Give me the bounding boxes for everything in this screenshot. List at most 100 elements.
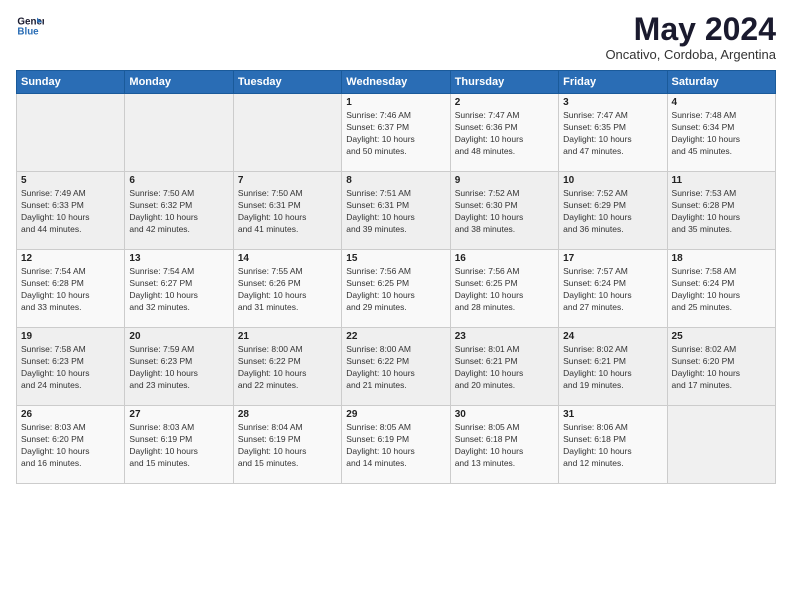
calendar-cell: 24 Sunrise: 8:02 AM Sunset: 6:21 PM Dayli… <box>559 328 667 406</box>
day-info: Sunrise: 8:05 AM Sunset: 6:19 PM Dayligh… <box>346 422 445 470</box>
day-info: Sunrise: 7:49 AM Sunset: 6:33 PM Dayligh… <box>21 188 120 236</box>
day-number: 20 <box>129 331 228 342</box>
calendar-header-cell: Friday <box>559 71 667 94</box>
calendar-cell: 30 Sunrise: 8:05 AM Sunset: 6:18 PM Dayli… <box>450 406 558 484</box>
calendar-week-row: 26Sunrise: 8:03 AM Sunset: 6:20 PM Dayli… <box>17 406 776 484</box>
day-info: Sunrise: 8:01 AM Sunset: 6:21 PM Dayligh… <box>455 344 554 392</box>
calendar-cell: 26Sunrise: 8:03 AM Sunset: 6:20 PM Dayli… <box>17 406 125 484</box>
calendar-cell: 16 Sunrise: 7:56 AM Sunset: 6:25 PM Dayli… <box>450 250 558 328</box>
day-number: 8 <box>346 175 445 186</box>
calendar-cell: 19 Sunrise: 7:58 AM Sunset: 6:23 PM Dayli… <box>17 328 125 406</box>
svg-text:Blue: Blue <box>17 26 39 37</box>
calendar-cell: 6 Sunrise: 7:50 AM Sunset: 6:32 PM Daylig… <box>125 172 233 250</box>
calendar-header-cell: Monday <box>125 71 233 94</box>
day-number: 18 <box>672 253 771 264</box>
day-number: 29 <box>346 409 445 420</box>
day-info: Sunrise: 8:02 AM Sunset: 6:21 PM Dayligh… <box>563 344 662 392</box>
logo: General Blue <box>16 12 44 40</box>
calendar-cell: 21 Sunrise: 8:00 AM Sunset: 6:22 PM Dayli… <box>233 328 341 406</box>
day-info: Sunrise: 7:50 AM Sunset: 6:32 PM Dayligh… <box>129 188 228 236</box>
page-subtitle: Oncativo, Cordoba, Argentina <box>605 47 776 62</box>
title-block: May 2024 Oncativo, Cordoba, Argentina <box>605 12 776 62</box>
day-number: 19 <box>21 331 120 342</box>
calendar-cell: 5Sunrise: 7:49 AM Sunset: 6:33 PM Daylig… <box>17 172 125 250</box>
calendar-header-cell: Wednesday <box>342 71 450 94</box>
day-number: 10 <box>563 175 662 186</box>
logo-icon: General Blue <box>16 12 44 40</box>
day-info: Sunrise: 8:00 AM Sunset: 6:22 PM Dayligh… <box>238 344 337 392</box>
calendar-cell <box>667 406 775 484</box>
day-info: Sunrise: 7:54 AM Sunset: 6:28 PM Dayligh… <box>21 266 120 314</box>
day-info: Sunrise: 7:57 AM Sunset: 6:24 PM Dayligh… <box>563 266 662 314</box>
calendar-header-cell: Tuesday <box>233 71 341 94</box>
calendar-cell: 7Sunrise: 7:50 AM Sunset: 6:31 PM Daylig… <box>233 172 341 250</box>
calendar-cell <box>233 94 341 172</box>
day-number: 9 <box>455 175 554 186</box>
calendar-cell: 1Sunrise: 7:46 AM Sunset: 6:37 PM Daylig… <box>342 94 450 172</box>
calendar-header-cell: Thursday <box>450 71 558 94</box>
calendar-cell: 18 Sunrise: 7:58 AM Sunset: 6:24 PM Dayli… <box>667 250 775 328</box>
page-header: General Blue May 2024 Oncativo, Cordoba,… <box>16 12 776 62</box>
day-info: Sunrise: 8:04 AM Sunset: 6:19 PM Dayligh… <box>238 422 337 470</box>
day-number: 25 <box>672 331 771 342</box>
calendar-week-row: 5Sunrise: 7:49 AM Sunset: 6:33 PM Daylig… <box>17 172 776 250</box>
calendar-body: 1Sunrise: 7:46 AM Sunset: 6:37 PM Daylig… <box>17 94 776 484</box>
calendar-cell: 4Sunrise: 7:48 AM Sunset: 6:34 PM Daylig… <box>667 94 775 172</box>
calendar-cell <box>17 94 125 172</box>
day-number: 11 <box>672 175 771 186</box>
day-info: Sunrise: 7:53 AM Sunset: 6:28 PM Dayligh… <box>672 188 771 236</box>
day-info: Sunrise: 8:03 AM Sunset: 6:19 PM Dayligh… <box>129 422 228 470</box>
day-info: Sunrise: 7:52 AM Sunset: 6:30 PM Dayligh… <box>455 188 554 236</box>
day-number: 15 <box>346 253 445 264</box>
calendar-cell: 3 Sunrise: 7:47 AM Sunset: 6:35 PM Daylig… <box>559 94 667 172</box>
calendar-cell: 22 Sunrise: 8:00 AM Sunset: 6:22 PM Dayli… <box>342 328 450 406</box>
day-info: Sunrise: 8:06 AM Sunset: 6:18 PM Dayligh… <box>563 422 662 470</box>
calendar-cell: 8Sunrise: 7:51 AM Sunset: 6:31 PM Daylig… <box>342 172 450 250</box>
calendar-header-row: SundayMondayTuesdayWednesdayThursdayFrid… <box>17 71 776 94</box>
day-info: Sunrise: 7:48 AM Sunset: 6:34 PM Dayligh… <box>672 110 771 158</box>
calendar-cell: 20 Sunrise: 7:59 AM Sunset: 6:23 PM Dayli… <box>125 328 233 406</box>
page-title: May 2024 <box>605 12 776 47</box>
day-info: Sunrise: 7:55 AM Sunset: 6:26 PM Dayligh… <box>238 266 337 314</box>
day-number: 16 <box>455 253 554 264</box>
day-info: Sunrise: 8:05 AM Sunset: 6:18 PM Dayligh… <box>455 422 554 470</box>
day-info: Sunrise: 7:54 AM Sunset: 6:27 PM Dayligh… <box>129 266 228 314</box>
day-info: Sunrise: 7:59 AM Sunset: 6:23 PM Dayligh… <box>129 344 228 392</box>
day-number: 22 <box>346 331 445 342</box>
day-number: 1 <box>346 97 445 108</box>
calendar-cell: 23 Sunrise: 8:01 AM Sunset: 6:21 PM Dayli… <box>450 328 558 406</box>
calendar-cell: 29 Sunrise: 8:05 AM Sunset: 6:19 PM Dayli… <box>342 406 450 484</box>
day-number: 17 <box>563 253 662 264</box>
calendar-cell: 13 Sunrise: 7:54 AM Sunset: 6:27 PM Dayli… <box>125 250 233 328</box>
day-number: 23 <box>455 331 554 342</box>
calendar-cell: 15Sunrise: 7:56 AM Sunset: 6:25 PM Dayli… <box>342 250 450 328</box>
day-info: Sunrise: 7:47 AM Sunset: 6:36 PM Dayligh… <box>455 110 554 158</box>
calendar-cell: 25 Sunrise: 8:02 AM Sunset: 6:20 PM Dayli… <box>667 328 775 406</box>
calendar-header-cell: Saturday <box>667 71 775 94</box>
day-info: Sunrise: 7:47 AM Sunset: 6:35 PM Dayligh… <box>563 110 662 158</box>
day-info: Sunrise: 7:58 AM Sunset: 6:24 PM Dayligh… <box>672 266 771 314</box>
day-info: Sunrise: 8:03 AM Sunset: 6:20 PM Dayligh… <box>21 422 120 470</box>
day-info: Sunrise: 8:02 AM Sunset: 6:20 PM Dayligh… <box>672 344 771 392</box>
day-number: 27 <box>129 409 228 420</box>
calendar-table: SundayMondayTuesdayWednesdayThursdayFrid… <box>16 70 776 484</box>
day-info: Sunrise: 7:58 AM Sunset: 6:23 PM Dayligh… <box>21 344 120 392</box>
calendar-cell: 11 Sunrise: 7:53 AM Sunset: 6:28 PM Dayli… <box>667 172 775 250</box>
day-number: 24 <box>563 331 662 342</box>
day-number: 7 <box>238 175 337 186</box>
day-number: 13 <box>129 253 228 264</box>
day-info: Sunrise: 8:00 AM Sunset: 6:22 PM Dayligh… <box>346 344 445 392</box>
day-number: 30 <box>455 409 554 420</box>
day-info: Sunrise: 7:52 AM Sunset: 6:29 PM Dayligh… <box>563 188 662 236</box>
day-number: 6 <box>129 175 228 186</box>
calendar-cell <box>125 94 233 172</box>
day-info: Sunrise: 7:56 AM Sunset: 6:25 PM Dayligh… <box>455 266 554 314</box>
calendar-week-row: 12Sunrise: 7:54 AM Sunset: 6:28 PM Dayli… <box>17 250 776 328</box>
calendar-cell: 17 Sunrise: 7:57 AM Sunset: 6:24 PM Dayli… <box>559 250 667 328</box>
day-number: 28 <box>238 409 337 420</box>
day-number: 3 <box>563 97 662 108</box>
calendar-cell: 10 Sunrise: 7:52 AM Sunset: 6:29 PM Dayli… <box>559 172 667 250</box>
day-number: 21 <box>238 331 337 342</box>
calendar-cell: 2Sunrise: 7:47 AM Sunset: 6:36 PM Daylig… <box>450 94 558 172</box>
calendar-header-cell: Sunday <box>17 71 125 94</box>
